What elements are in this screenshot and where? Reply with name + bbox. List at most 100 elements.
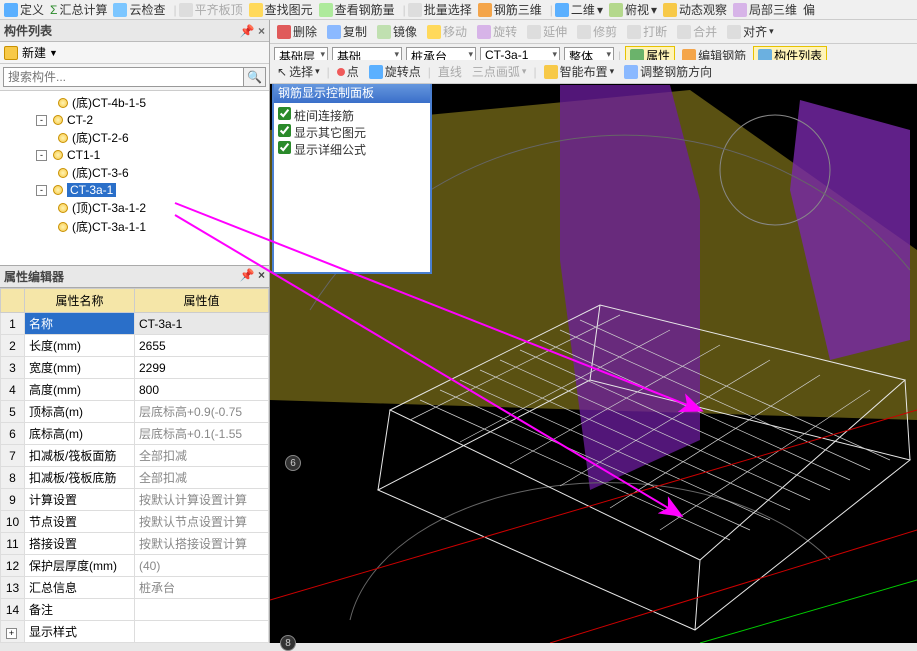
tool-2d[interactable]: 二维▾ — [555, 1, 603, 18]
tree-label[interactable]: (底)CT-2-6 — [72, 129, 129, 146]
tree-node[interactable]: (底)CT-4b-1-5 — [0, 93, 269, 112]
tree-label[interactable]: (底)CT-4b-1-5 — [72, 94, 146, 111]
expand-toggle[interactable]: - — [36, 150, 47, 161]
rotate-button[interactable]: 旋转 — [474, 22, 520, 41]
property-row[interactable]: 9计算设置按默认计算设置计算 — [1, 489, 269, 511]
tree-node[interactable]: (底)CT-3-6 — [0, 163, 269, 182]
tree-node[interactable]: - CT1-1 — [0, 147, 269, 163]
tree-label[interactable]: CT-2 — [67, 113, 93, 127]
tree-label[interactable]: CT1-1 — [67, 148, 100, 162]
prop-name: 保护层厚度(mm) — [25, 555, 135, 577]
merge-button[interactable]: 合并 — [674, 22, 720, 41]
property-row[interactable]: 8扣减板/筏板底筋全部扣减 — [1, 467, 269, 489]
opt-show-formula-checkbox[interactable] — [278, 141, 291, 154]
tree-label[interactable]: CT-3a-1 — [67, 183, 116, 197]
property-row[interactable]: 7扣减板/筏板面筋全部扣减 — [1, 445, 269, 467]
pin-icon[interactable]: 📌 × — [240, 24, 265, 38]
break-button[interactable]: 打断 — [624, 22, 670, 41]
component-tree[interactable]: (底)CT-4b-1-5 - CT-2 (底)CT-2-6 - CT1-1 (底)CT-3-… — [0, 91, 269, 265]
property-row[interactable]: 10节点设置按默认节点设置计算 — [1, 511, 269, 533]
prop-value[interactable]: CT-3a-1 — [135, 313, 269, 335]
rebar-display-panel[interactable]: 钢筋显示控制面板 桩间连接筋 显示其它图元 显示详细公式 — [272, 80, 432, 274]
expand-toggle[interactable]: - — [36, 115, 47, 126]
prop-value[interactable]: 按默认搭接设置计算 — [135, 533, 269, 555]
tool-orbit[interactable]: 动态观察 — [663, 1, 727, 18]
tree-node[interactable]: (底)CT-2-6 — [0, 128, 269, 147]
search-button[interactable]: 🔍 — [244, 67, 266, 87]
arc-button[interactable]: 三点画弧▾ — [469, 62, 530, 81]
tool-flush-slab[interactable]: 平齐板顶 — [179, 1, 243, 18]
tree-node[interactable]: - CT-2 — [0, 112, 269, 128]
tree-label[interactable]: (底)CT-3a-1-1 — [72, 218, 146, 235]
tool-rebar-3d[interactable]: 钢筋三维 — [478, 1, 542, 18]
line-button[interactable]: 直线 — [435, 62, 465, 81]
property-row[interactable]: 11搭接设置按默认搭接设置计算 — [1, 533, 269, 555]
prop-value[interactable] — [135, 621, 269, 643]
prop-value[interactable] — [135, 599, 269, 621]
tree-node[interactable]: (顶)CT-3a-1-2 — [0, 198, 269, 217]
prop-value[interactable]: (40) — [135, 555, 269, 577]
property-row[interactable]: 2长度(mm)2655 — [1, 335, 269, 357]
opt-pile-connect[interactable]: 桩间连接筋 — [278, 107, 426, 124]
prop-value[interactable]: 全部扣减 — [135, 445, 269, 467]
tool-batch-select[interactable]: 批量选择 — [408, 1, 472, 18]
prop-value[interactable]: 桩承台 — [135, 577, 269, 599]
property-row[interactable]: 4高度(mm)800 — [1, 379, 269, 401]
tool-sum-calc[interactable]: Σ汇总计算 — [50, 1, 107, 18]
copy-button[interactable]: 复制 — [324, 22, 370, 41]
tool-view-rebar-qty[interactable]: 查看钢筋量 — [319, 1, 395, 18]
tool-local-3d[interactable]: 局部三维 — [733, 1, 797, 18]
property-row[interactable]: 6底标高(m)层底标高+0.1(-1.55 — [1, 423, 269, 445]
move-button[interactable]: 移动 — [424, 22, 470, 41]
expand-toggle[interactable]: + — [6, 628, 17, 639]
property-row[interactable]: 13汇总信息桩承台 — [1, 577, 269, 599]
property-row[interactable]: 3宽度(mm)2299 — [1, 357, 269, 379]
property-row[interactable]: 14备注 — [1, 599, 269, 621]
tool-define[interactable]: 定义 — [4, 1, 44, 18]
close-icon[interactable]: × — [258, 24, 265, 38]
close-icon[interactable]: × — [258, 268, 265, 282]
smart-layout-button[interactable]: 智能布置▾ — [541, 62, 618, 81]
opt-pile-connect-checkbox[interactable] — [278, 107, 291, 120]
tool-find-element[interactable]: 查找图元 — [249, 1, 313, 18]
expand-toggle[interactable]: - — [36, 185, 47, 196]
prop-value[interactable]: 按默认计算设置计算 — [135, 489, 269, 511]
prop-value[interactable]: 层底标高+0.1(-1.55 — [135, 423, 269, 445]
extend-button[interactable]: 延伸 — [524, 22, 570, 41]
property-row[interactable]: 5顶标高(m)层底标高+0.9(-0.75 — [1, 401, 269, 423]
tree-label[interactable]: (底)CT-3-6 — [72, 164, 129, 181]
prop-value[interactable]: 层底标高+0.9(-0.75 — [135, 401, 269, 423]
tree-node[interactable]: - CT-3a-1 — [0, 182, 269, 198]
tool-offset[interactable]: 偏 — [803, 1, 815, 18]
tool-cloud-check[interactable]: 云检查 — [113, 1, 165, 18]
tree-node[interactable]: (底)CT-3a-1-1 — [0, 217, 269, 236]
mirror-button[interactable]: 镜像 — [374, 22, 420, 41]
search-input[interactable] — [3, 67, 244, 87]
trim-button[interactable]: 修剪 — [574, 22, 620, 41]
delete-button[interactable]: 删除 — [274, 22, 320, 41]
select-button[interactable]: ↖选择▾ — [274, 62, 323, 81]
tree-label[interactable]: (顶)CT-3a-1-2 — [72, 199, 146, 216]
property-row[interactable]: +显示样式 — [1, 621, 269, 643]
opt-show-others[interactable]: 显示其它图元 — [278, 124, 426, 141]
prop-value[interactable]: 800 — [135, 379, 269, 401]
align-button[interactable]: 对齐▾ — [724, 22, 777, 41]
point-button[interactable]: 点 — [334, 62, 362, 81]
prop-value[interactable]: 按默认节点设置计算 — [135, 511, 269, 533]
opt-show-formula[interactable]: 显示详细公式 — [278, 141, 426, 158]
new-button[interactable]: 新建 ▼ — [4, 44, 58, 61]
opt-show-others-checkbox[interactable] — [278, 124, 291, 137]
tool-top-view[interactable]: 俯视▾ — [609, 1, 657, 18]
property-table[interactable]: 属性名称 属性值 1名称CT-3a-12长度(mm)26553宽度(mm)229… — [0, 288, 269, 643]
pin-icon[interactable]: 📌 — [240, 268, 255, 282]
node-icon — [53, 115, 63, 125]
viewport[interactable]: 删除 复制 镜像 移动 旋转 延伸 修剪 打断 合并 对齐▾ 基础层 基础 桩承… — [270, 20, 917, 643]
rotate-point-button[interactable]: 旋转点 — [366, 62, 424, 81]
rebar-display-panel-title[interactable]: 钢筋显示控制面板 — [274, 82, 430, 103]
property-row[interactable]: 1名称CT-3a-1 — [1, 313, 269, 335]
adjust-rebar-dir-button[interactable]: 调整钢筋方向 — [621, 62, 715, 81]
property-row[interactable]: 12保护层厚度(mm)(40) — [1, 555, 269, 577]
prop-value[interactable]: 2299 — [135, 357, 269, 379]
prop-value[interactable]: 2655 — [135, 335, 269, 357]
prop-value[interactable]: 全部扣减 — [135, 467, 269, 489]
